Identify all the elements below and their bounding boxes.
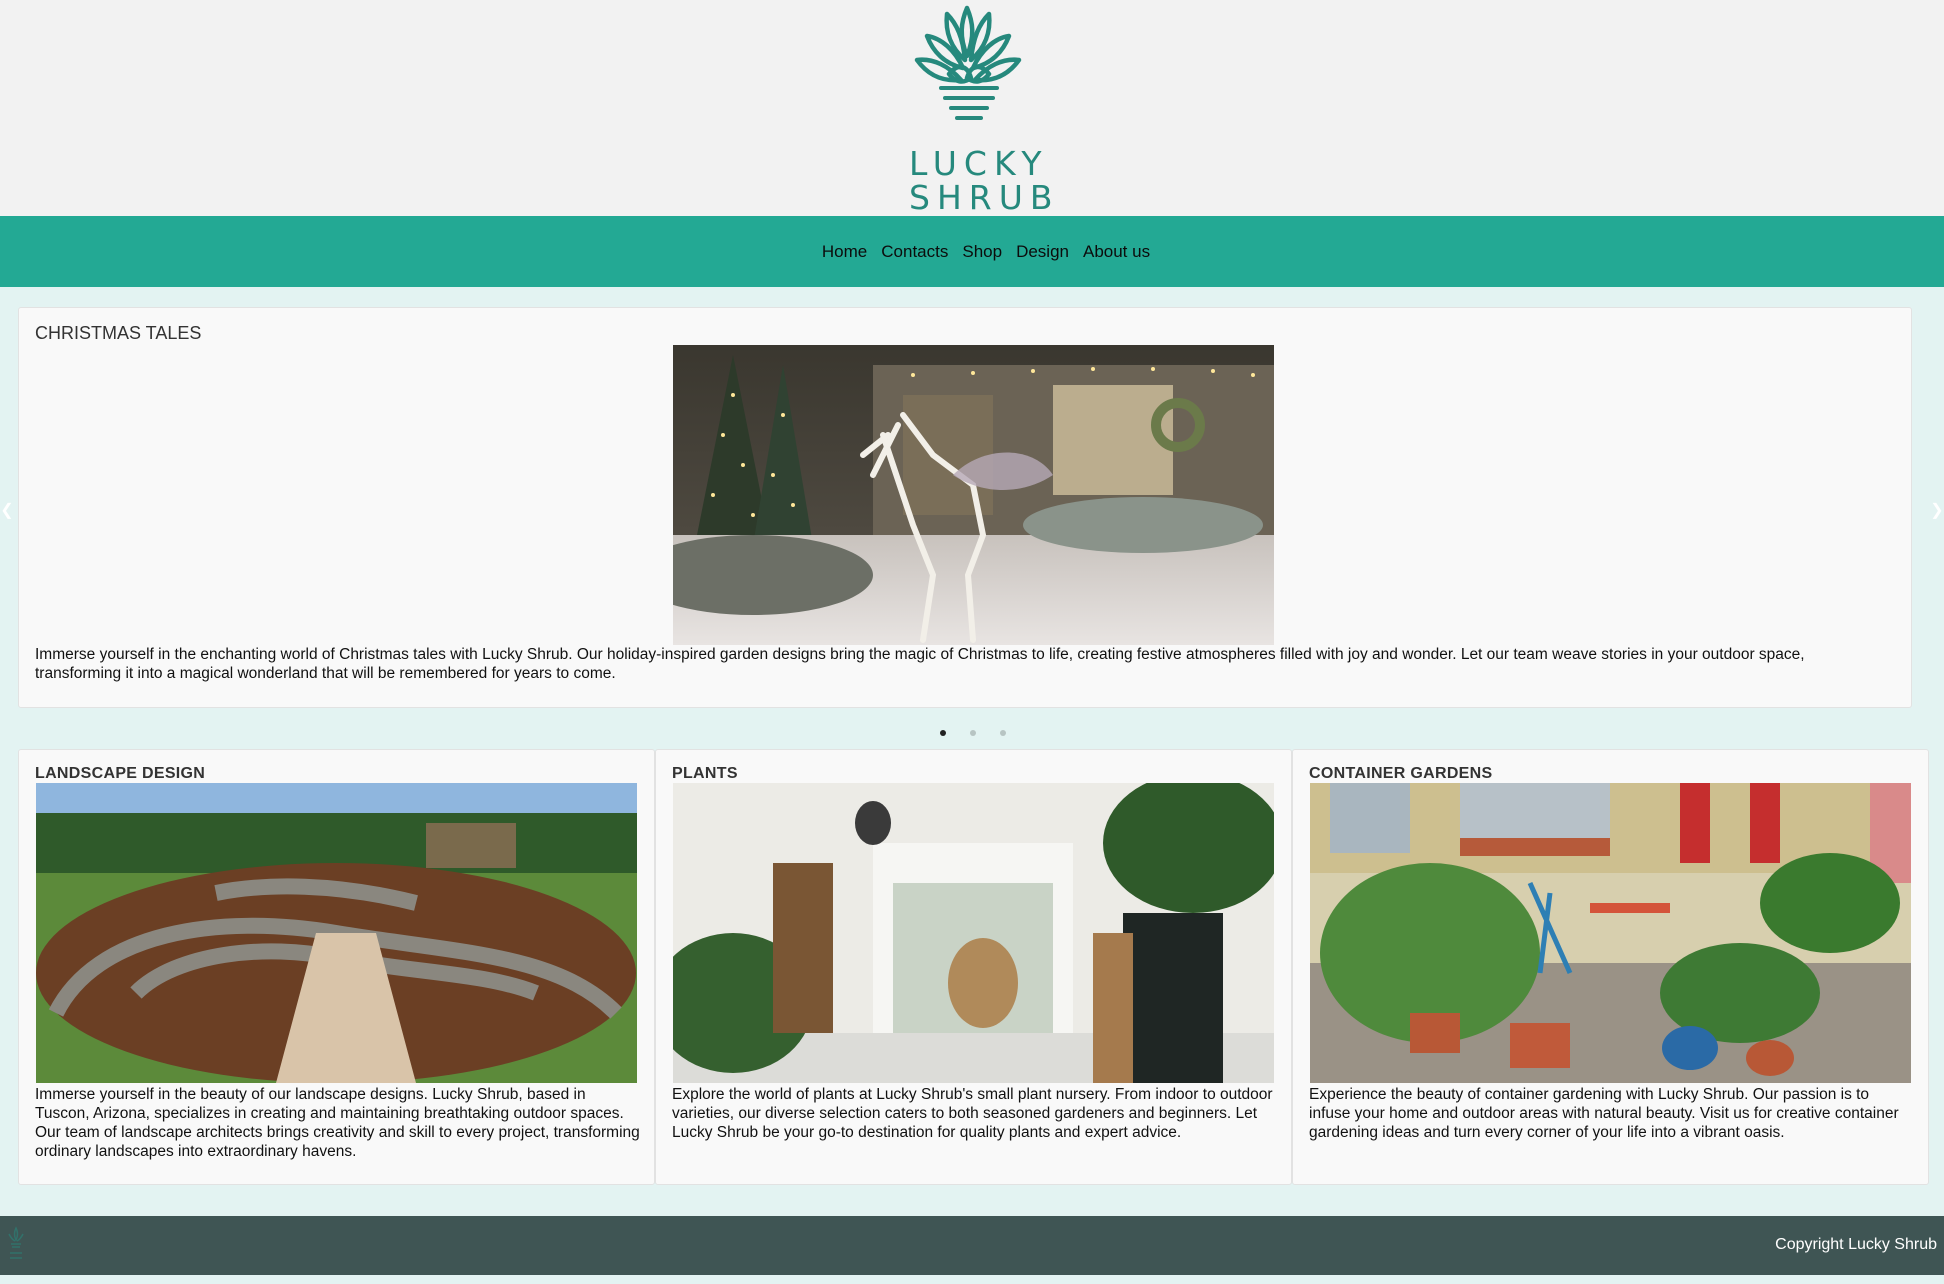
slide-title: CHRISTMAS TALES (35, 323, 202, 343)
nav-link-about-us[interactable]: About us (1083, 242, 1150, 262)
carousel-prev-button[interactable]: ❮ (0, 503, 14, 519)
container-garden-image (1310, 783, 1911, 1083)
brand-name-line2: SHRUB (909, 178, 1060, 217)
carousel-dot-1[interactable] (940, 730, 946, 736)
landscape-garden-image (36, 783, 637, 1083)
site-footer: Copyright Lucky Shrub (0, 1216, 1944, 1275)
card-container-gardens: CONTAINER GARDENS Experience the beauty … (1292, 749, 1929, 1185)
card-title: PLANTS (672, 765, 738, 782)
card-description: Explore the world of plants at Lucky Shr… (672, 1086, 1273, 1141)
copyright-text: Copyright Lucky Shrub (1775, 1236, 1937, 1253)
footer-logo[interactable] (6, 1226, 26, 1262)
shrub-plant-icon (8, 1226, 24, 1259)
site-header: LUCKY SHRUB (0, 0, 1944, 217)
card-plants: PLANTS Explore the world of plants at Lu… (655, 749, 1292, 1185)
nav-link-design[interactable]: Design (1016, 242, 1069, 262)
card-description: Immerse yourself in the beauty of our la… (35, 1086, 640, 1160)
carousel-slide: CHRISTMAS TALES Immerse yourself in the … (18, 307, 1912, 708)
indoor-plants-image (673, 783, 1274, 1083)
chevron-right-icon: ❯ (1930, 502, 1944, 519)
slide-description: Immerse yourself in the enchanting world… (35, 646, 1805, 682)
shrub-plant-icon (914, 5, 1022, 120)
carousel-dot-2[interactable] (970, 730, 976, 736)
card-title: LANDSCAPE DESIGN (35, 765, 206, 782)
nav-link-home[interactable]: Home (822, 242, 867, 262)
carousel-dot-3[interactable] (1000, 730, 1006, 736)
card-landscape-design: LANDSCAPE DESIGN Immerse yourself in the… (18, 749, 655, 1185)
main-navigation: Home Contacts Shop Design About us (0, 216, 1944, 287)
lucky-shrub-logo[interactable]: LUCKY SHRUB (909, 2, 1052, 217)
chevron-left-icon: ❮ (0, 502, 14, 519)
christmas-unicorn-image (673, 345, 1274, 645)
nav-link-contacts[interactable]: Contacts (881, 242, 948, 262)
card-description: Experience the beauty of container garde… (1309, 1086, 1899, 1141)
card-title: CONTAINER GARDENS (1309, 765, 1493, 782)
carousel-next-button[interactable]: ❯ (1930, 503, 1944, 519)
carousel-indicators (936, 730, 1016, 738)
nav-link-shop[interactable]: Shop (962, 242, 1002, 262)
